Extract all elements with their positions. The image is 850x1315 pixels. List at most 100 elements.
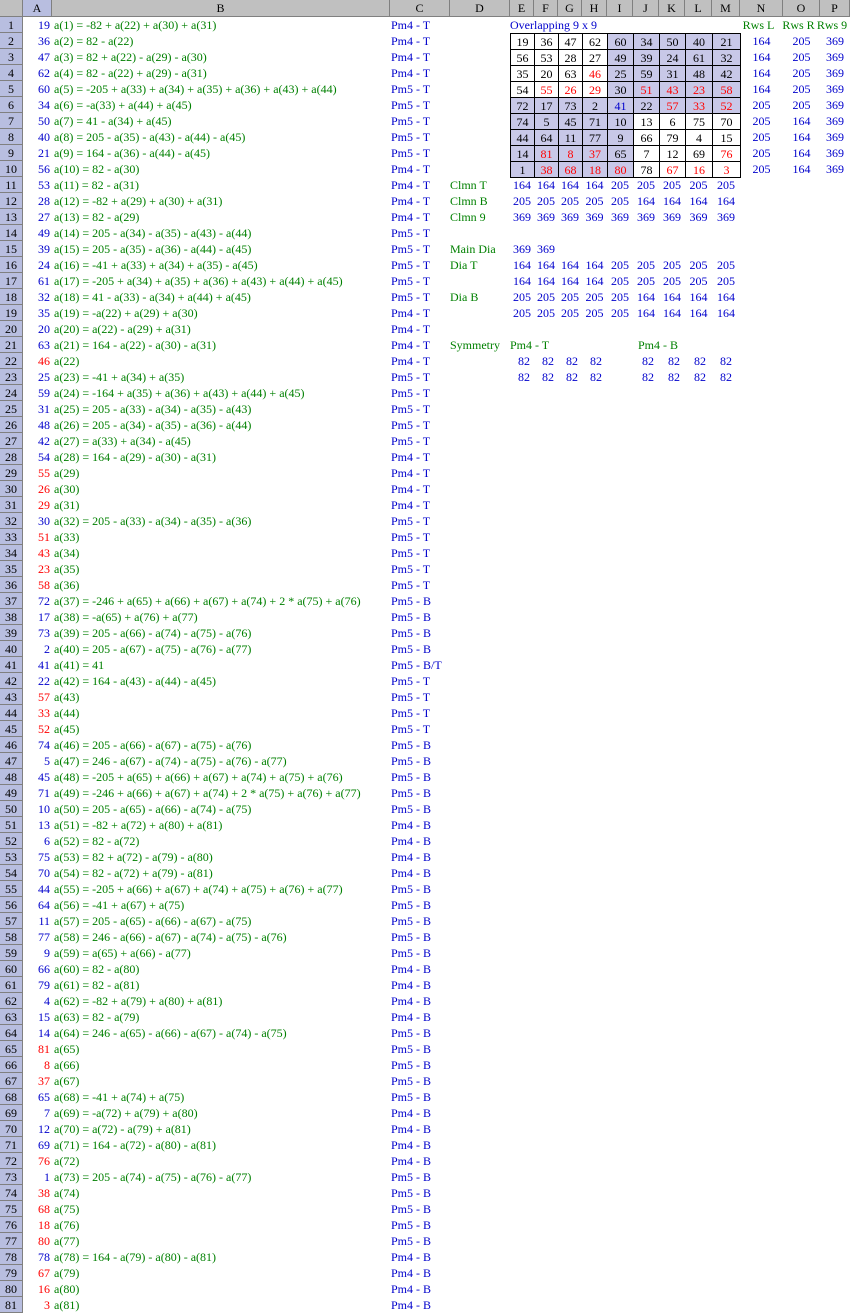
cell-c-type[interactable]: Pm4 - B xyxy=(391,1281,431,1297)
symmetry-t-value[interactable]: 82 xyxy=(536,369,560,385)
column-sum-value[interactable]: 369 xyxy=(510,209,534,225)
cell-a-value[interactable]: 69 xyxy=(23,1137,50,1153)
row-header[interactable]: 24 xyxy=(0,385,23,401)
cell-c-type[interactable]: Pm5 - B xyxy=(391,1025,431,1041)
row-header[interactable]: 70 xyxy=(0,1121,23,1137)
cell-b-formula[interactable]: a(78) = 164 - a(79) - a(80) - a(81) xyxy=(54,1249,216,1265)
column-header-l[interactable]: L xyxy=(685,0,712,17)
square-cell[interactable]: 28 xyxy=(558,49,583,66)
row-header[interactable]: 66 xyxy=(0,1057,23,1073)
diagonal-b-value[interactable]: 205 xyxy=(582,305,607,321)
cell-b-formula[interactable]: a(47) = 246 - a(67) - a(74) - a(75) - a(… xyxy=(54,753,287,769)
cell-b-formula[interactable]: a(59) = a(65) + a(66) - a(77) xyxy=(54,945,191,961)
row-header[interactable]: 43 xyxy=(0,689,23,705)
cell-b-formula[interactable]: a(7) = 41 - a(34) + a(45) xyxy=(54,113,172,129)
row-sum-value[interactable]: 205 xyxy=(783,81,820,97)
symmetry-t-value[interactable]: 82 xyxy=(512,353,536,369)
cell-a-value[interactable]: 74 xyxy=(23,737,50,753)
column-header-m[interactable]: M xyxy=(712,0,740,17)
cell-a-value[interactable]: 48 xyxy=(23,417,50,433)
square-cell[interactable]: 31 xyxy=(659,65,686,82)
diagonal-b-value[interactable]: 164 xyxy=(659,305,685,321)
square-cell[interactable]: 24 xyxy=(659,49,686,66)
square-cell[interactable]: 75 xyxy=(685,113,713,130)
cell-c-type[interactable]: Pm5 - T xyxy=(391,705,430,721)
column-header-f[interactable]: F xyxy=(534,0,558,17)
column-sum-value[interactable]: 205 xyxy=(685,177,712,193)
cell-c-type[interactable]: Pm4 - B xyxy=(391,817,431,833)
symmetry-t-value[interactable]: 82 xyxy=(512,369,536,385)
cell-c-type[interactable]: Pm4 - T xyxy=(391,305,430,321)
diagonal-b-value[interactable]: 164 xyxy=(633,305,659,321)
row-header[interactable]: 31 xyxy=(0,497,23,513)
column-header-k[interactable]: K xyxy=(659,0,685,17)
cell-c-type[interactable]: Pm4 - B xyxy=(391,1105,431,1121)
cell-b-formula[interactable]: a(31) xyxy=(54,497,79,513)
cell-b-formula[interactable]: a(14) = 205 - a(34) - a(35) - a(43) - a(… xyxy=(54,225,251,241)
square-cell[interactable]: 52 xyxy=(712,97,741,114)
cell-c-type[interactable]: Pm5 - T xyxy=(391,673,430,689)
diagonal-t-value[interactable]: 205 xyxy=(712,273,740,289)
row-header[interactable]: 27 xyxy=(0,433,23,449)
diagonal-t-value[interactable]: 164 xyxy=(534,257,558,273)
square-cell[interactable]: 12 xyxy=(659,145,686,162)
square-cell[interactable]: 79 xyxy=(659,129,686,146)
cell-b-formula[interactable]: a(46) = 205 - a(66) - a(67) - a(75) - a(… xyxy=(54,737,251,753)
square-cell[interactable]: 42 xyxy=(712,65,741,82)
cell-c-type[interactable]: Pm5 - T xyxy=(391,417,430,433)
cell-c-type[interactable]: Pm4 - B xyxy=(391,1121,431,1137)
cell-b-formula[interactable]: a(72) xyxy=(54,1153,79,1169)
diagonal-t-value[interactable]: 205 xyxy=(607,257,633,273)
square-cell[interactable]: 59 xyxy=(633,65,660,82)
cell-b-formula[interactable]: a(68) = -41 + a(74) + a(75) xyxy=(54,1089,184,1105)
row-header[interactable]: 1 xyxy=(0,17,23,33)
column-sum-value[interactable]: 205 xyxy=(510,193,534,209)
cell-a-value[interactable]: 2 xyxy=(23,641,50,657)
row-header[interactable]: 59 xyxy=(0,945,23,961)
column-sum-value[interactable]: 164 xyxy=(685,193,712,209)
diagonal-t-value[interactable]: 205 xyxy=(633,273,659,289)
cell-a-value[interactable]: 50 xyxy=(23,113,50,129)
square-cell[interactable]: 46 xyxy=(582,65,608,82)
column-sum-value[interactable]: 369 xyxy=(712,209,740,225)
cell-c-type[interactable]: Pm5 - B xyxy=(391,945,431,961)
cell-a-value[interactable]: 72 xyxy=(23,593,50,609)
cell-a-value[interactable]: 47 xyxy=(23,49,50,65)
row-header[interactable]: 51 xyxy=(0,817,23,833)
column-header-g[interactable]: G xyxy=(558,0,582,17)
row-header[interactable]: 74 xyxy=(0,1185,23,1201)
square-cell[interactable]: 16 xyxy=(685,161,713,178)
row-header[interactable]: 50 xyxy=(0,801,23,817)
diagonal-b-value[interactable]: 205 xyxy=(534,289,558,305)
main-diagonal-value[interactable]: 369 xyxy=(534,241,558,257)
cell-a-value[interactable]: 44 xyxy=(23,881,50,897)
square-cell[interactable]: 62 xyxy=(582,33,608,50)
column-header-p[interactable]: P xyxy=(820,0,850,17)
cell-a-value[interactable]: 34 xyxy=(23,97,50,113)
cell-c-type[interactable]: Pm5 - T xyxy=(391,401,430,417)
cell-b-formula[interactable]: a(67) xyxy=(54,1073,79,1089)
row-header[interactable]: 57 xyxy=(0,913,23,929)
row-header[interactable]: 4 xyxy=(0,65,23,81)
square-cell[interactable]: 11 xyxy=(558,129,583,146)
cell-b-formula[interactable]: a(56) = -41 + a(67) + a(75) xyxy=(54,897,184,913)
cell-a-value[interactable]: 42 xyxy=(23,433,50,449)
square-cell[interactable]: 64 xyxy=(534,129,559,146)
cell-a-value[interactable]: 54 xyxy=(23,449,50,465)
column-sum-value[interactable]: 369 xyxy=(558,209,582,225)
column-sum-value[interactable]: 369 xyxy=(633,209,659,225)
cell-b-formula[interactable]: a(39) = 205 - a(66) - a(74) - a(75) - a(… xyxy=(54,625,251,641)
cell-c-type[interactable]: Pm5 - B xyxy=(391,929,431,945)
column-header-e[interactable]: E xyxy=(510,0,534,17)
cell-b-formula[interactable]: a(19) = -a(22) + a(29) + a(30) xyxy=(54,305,198,321)
cell-c-type[interactable]: Pm5 - T xyxy=(391,513,430,529)
cell-b-formula[interactable]: a(4) = 82 - a(22) + a(29) - a(31) xyxy=(54,65,207,81)
cell-b-formula[interactable]: a(8) = 205 - a(35) - a(43) - a(44) - a(4… xyxy=(54,129,245,145)
row-header[interactable]: 40 xyxy=(0,641,23,657)
cell-c-type[interactable]: Pm4 - T xyxy=(391,49,430,65)
symmetry-t-value[interactable]: 82 xyxy=(536,353,560,369)
cell-a-value[interactable]: 38 xyxy=(23,1185,50,1201)
cell-c-type[interactable]: Pm5 - T xyxy=(391,97,430,113)
cell-b-formula[interactable]: a(79) xyxy=(54,1265,79,1281)
cell-a-value[interactable]: 61 xyxy=(23,273,50,289)
